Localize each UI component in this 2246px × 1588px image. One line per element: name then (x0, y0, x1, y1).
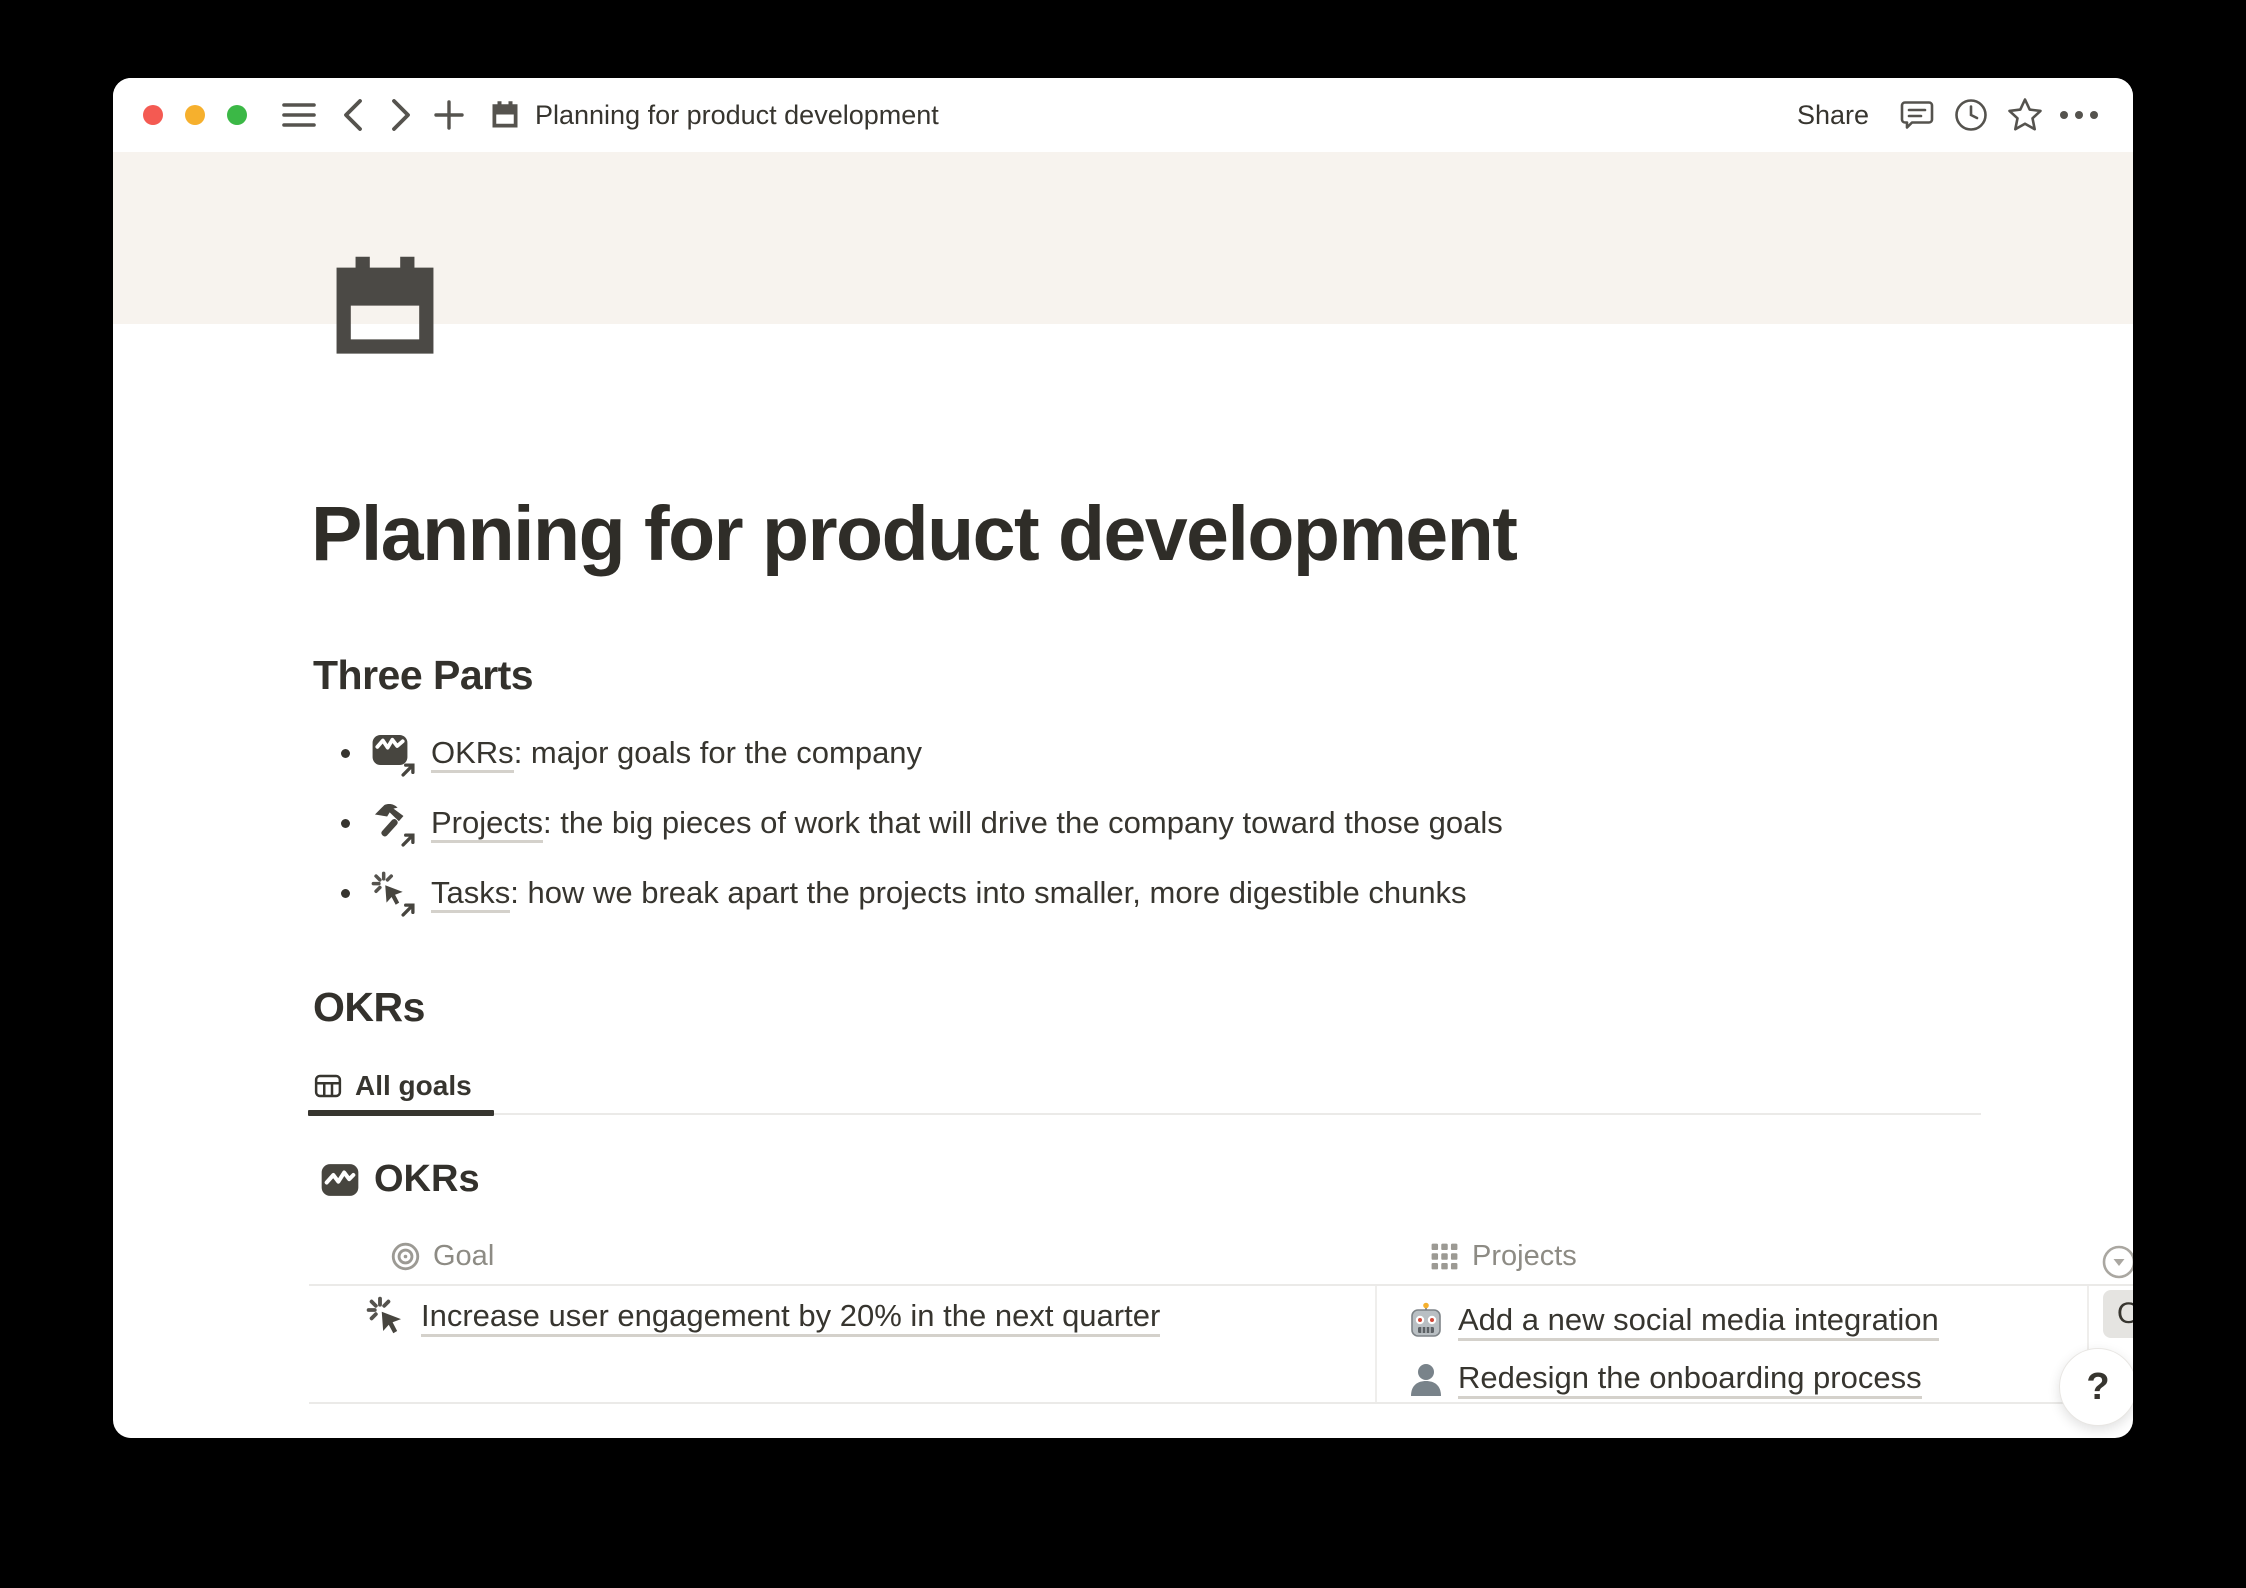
back-icon[interactable] (333, 95, 373, 135)
project-page-link[interactable]: Add a new social media integration (1458, 1302, 1939, 1341)
bullet-text: : the big pieces of work that will drive… (543, 805, 1503, 840)
titlebar: Planning for product development Share (113, 78, 2133, 152)
table-view-icon (313, 1071, 343, 1101)
page-calendar-icon[interactable] (328, 252, 442, 366)
circled-chevron-down-icon[interactable] (2101, 1244, 2133, 1280)
breadcrumb-calendar-icon (485, 95, 525, 135)
cursor-click-link-icon (371, 871, 415, 915)
column-divider (1375, 1286, 1377, 1402)
database-title[interactable]: OKRs (374, 1158, 480, 1201)
tab-all-goals[interactable]: All goals (313, 1070, 472, 1102)
tab-divider (309, 1113, 1981, 1115)
column-header-projects[interactable]: Projects (1429, 1240, 1577, 1273)
robot-icon (1407, 1302, 1445, 1340)
column-header-goal[interactable]: Goal (390, 1240, 494, 1273)
heading-okrs[interactable]: OKRs (313, 984, 425, 1031)
close-window-button[interactable] (143, 105, 163, 125)
project-relation-item: Redesign the onboarding process (1407, 1350, 1939, 1408)
target-icon (390, 1241, 421, 1272)
person-icon (1407, 1360, 1445, 1398)
forward-icon[interactable] (381, 95, 421, 135)
goal-page-link[interactable]: Increase user engagement by 20% in the n… (421, 1298, 1160, 1337)
share-button[interactable]: Share (1797, 100, 1869, 131)
bullet-marker (341, 889, 350, 898)
header-divider (309, 1284, 2133, 1286)
chart-zigzag-icon (320, 1160, 360, 1200)
minimize-window-button[interactable] (185, 105, 205, 125)
project-relation-item: Add a new social media integration (1407, 1292, 1939, 1350)
linked-database-title: OKRs (320, 1158, 480, 1201)
cursor-click-icon (366, 1296, 408, 1338)
bullet-text: : major goals for the company (514, 735, 922, 770)
history-clock-icon[interactable] (1951, 95, 1991, 135)
table-row-projects-cell: Add a new social media integration Redes… (1407, 1292, 1939, 1408)
tasks-page-link[interactable]: Tasks (431, 875, 510, 913)
zoom-window-button[interactable] (227, 105, 247, 125)
chart-zigzag-link-icon (371, 731, 415, 775)
column-header-label: Projects (1472, 1240, 1577, 1273)
page-title[interactable]: Planning for product development (311, 490, 1516, 579)
titlebar-actions: Share (1797, 95, 2133, 135)
okrs-page-link[interactable]: OKRs (431, 735, 514, 773)
new-page-plus-icon[interactable] (429, 95, 469, 135)
active-tab-underline (308, 1110, 494, 1116)
project-page-link[interactable]: Redesign the onboarding process (1458, 1360, 1922, 1399)
list-item: OKRs: major goals for the company (313, 718, 1983, 788)
ellipsis-icon[interactable] (2059, 95, 2099, 135)
heading-three-parts[interactable]: Three Parts (313, 652, 533, 699)
breadcrumb-page-title[interactable]: Planning for product development (535, 100, 939, 131)
star-icon[interactable] (2005, 95, 2045, 135)
bullet-marker (341, 749, 350, 758)
three-parts-list: OKRs: major goals for the company Projec… (313, 718, 1983, 928)
comment-icon[interactable] (1897, 95, 1937, 135)
row-divider (309, 1402, 2133, 1404)
grid-relation-icon (1429, 1241, 1460, 1272)
list-item: Projects: the big pieces of work that wi… (313, 788, 1983, 858)
bullet-text: : how we break apart the projects into s… (510, 875, 1466, 910)
traffic-lights (143, 105, 247, 125)
help-button[interactable]: ? (2059, 1348, 2133, 1426)
bullet-marker (341, 819, 350, 828)
sidebar-menu-icon[interactable] (279, 95, 319, 135)
column-header-label: Goal (433, 1240, 494, 1273)
tab-label: All goals (355, 1070, 472, 1102)
status-badge-truncated[interactable]: O (2103, 1290, 2133, 1338)
list-item: Tasks: how we break apart the projects i… (313, 858, 1983, 928)
hammer-link-icon (371, 801, 415, 845)
table-row-goal-cell: Increase user engagement by 20% in the n… (366, 1296, 1160, 1338)
notion-window: Planning for product development Share P… (113, 78, 2133, 1438)
projects-page-link[interactable]: Projects (431, 805, 543, 843)
